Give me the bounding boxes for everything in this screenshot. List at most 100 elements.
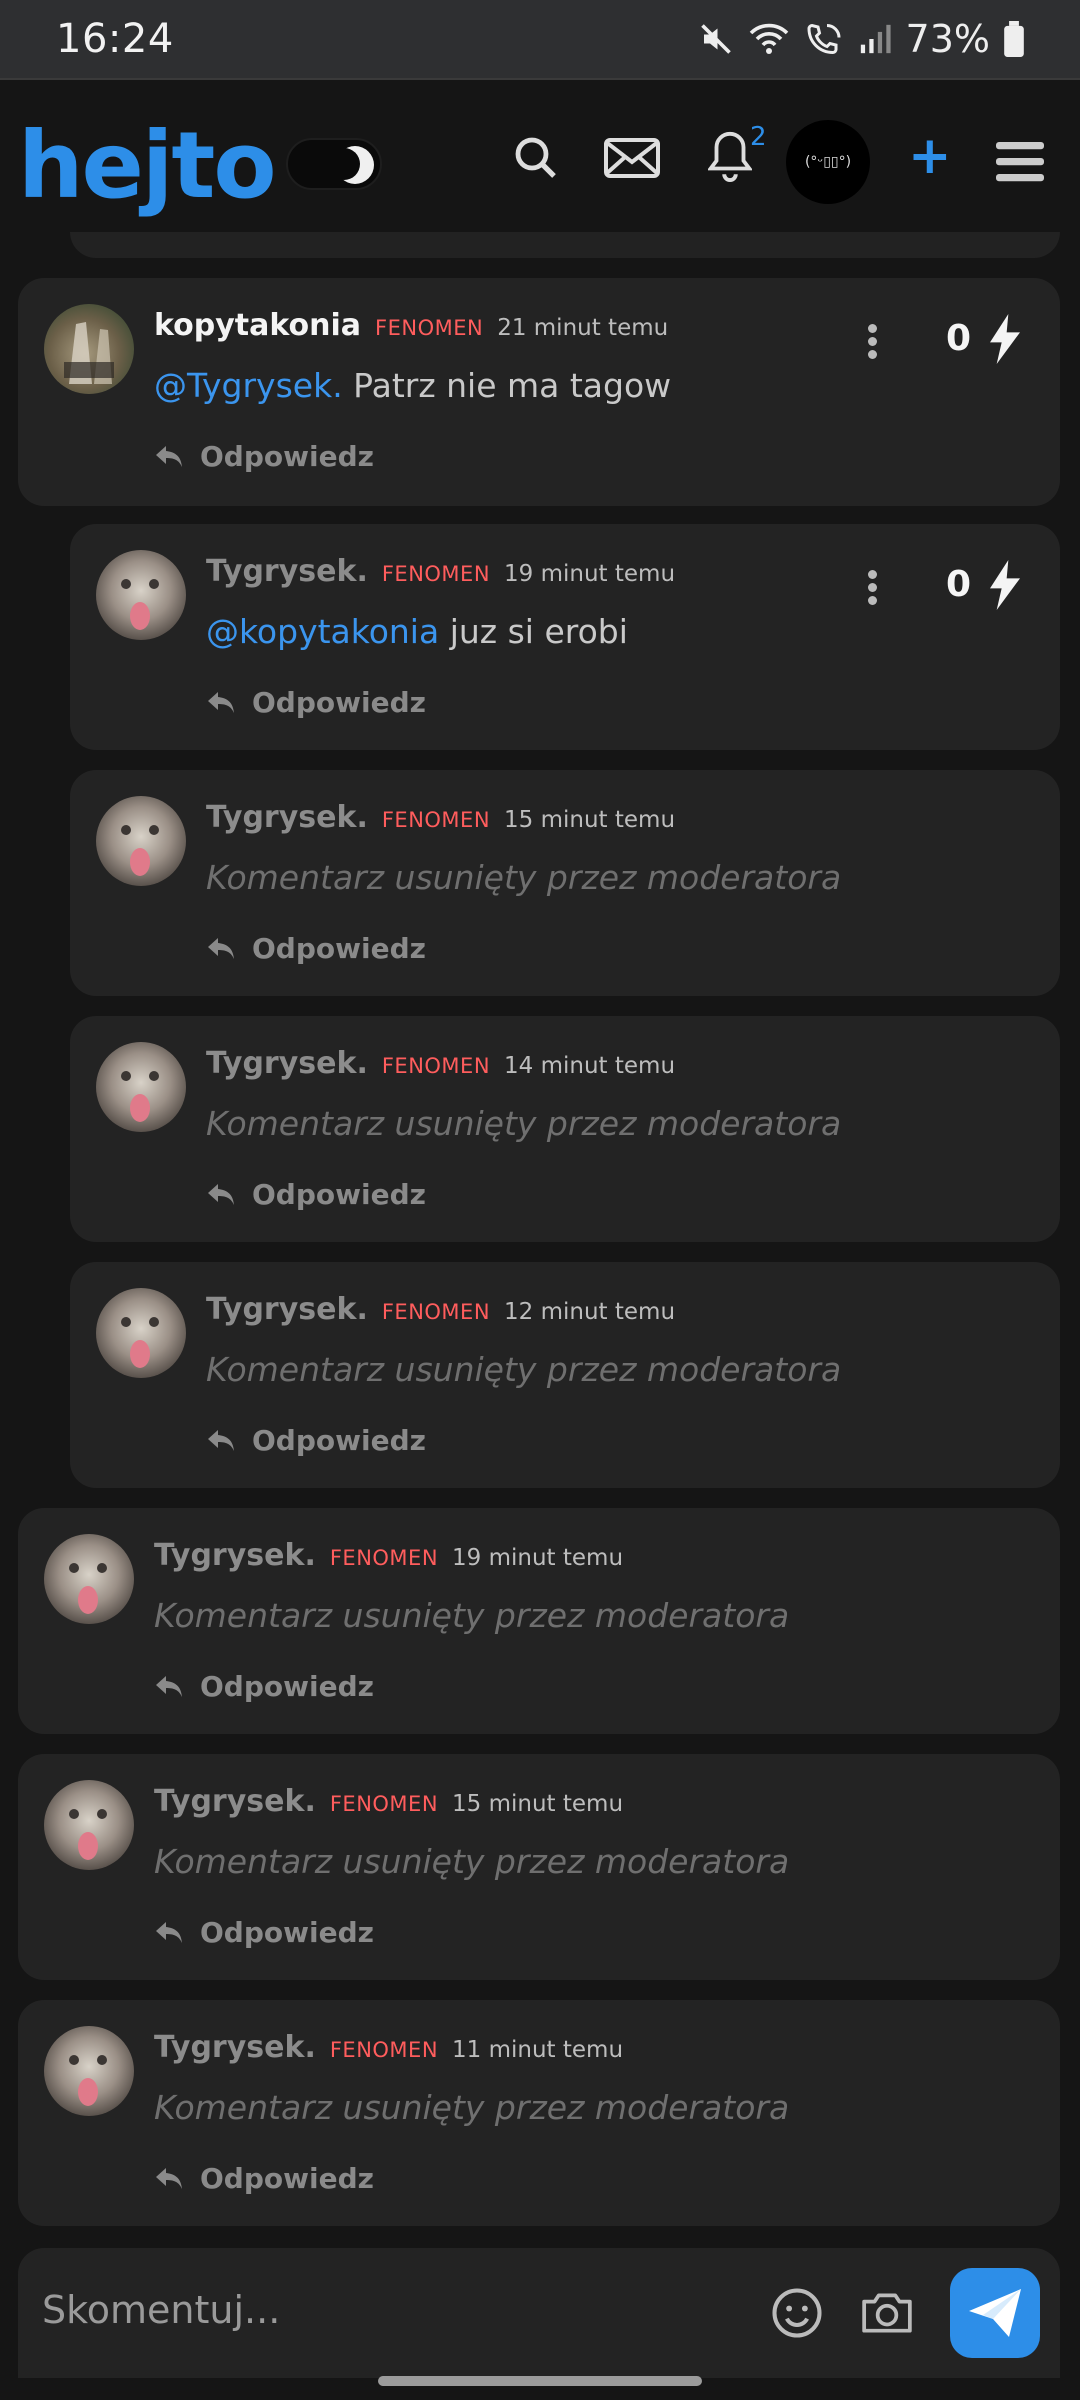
comment-author[interactable]: Tygrysek. (206, 1292, 368, 1327)
avatar[interactable] (44, 2026, 134, 2116)
avatar[interactable] (96, 550, 186, 640)
comment-timestamp: 14 minut temu (504, 1053, 676, 1079)
reply-button[interactable]: Odpowiedz (206, 1178, 426, 1211)
comment-card: kopytakonia FENOMEN 21 minut temu @Tygry… (18, 278, 1060, 506)
hamburger-menu-icon[interactable] (996, 140, 1044, 184)
add-post-button[interactable]: + (908, 126, 952, 186)
send-button[interactable] (950, 2268, 1040, 2358)
wifi-icon (749, 23, 788, 54)
comment-card: Tygrysek. FENOMEN 11 minut temu Komentar… (18, 2000, 1060, 2226)
status-icons: 73% (698, 17, 1024, 61)
battery-icon (1004, 21, 1024, 57)
avatar[interactable] (44, 1780, 134, 1870)
status-bar: 16:24 73% (0, 0, 1080, 80)
app-header: hejto 2 (°ᵕ▯▯°) + (0, 82, 1080, 242)
avatar[interactable] (96, 1288, 186, 1378)
deleted-comment-text: Komentarz usunięty przez moderatora (206, 858, 842, 897)
rank-badge: FENOMEN (381, 1054, 491, 1078)
reply-icon (156, 2167, 182, 2189)
comment-body: @kopytakonia juz si erobi (206, 612, 628, 651)
rank-badge: FENOMEN (329, 1792, 439, 1816)
rank-badge: FENOMEN (381, 562, 491, 586)
comment-timestamp: 12 minut temu (504, 1299, 676, 1325)
deleted-comment-text: Komentarz usunięty przez moderatora (154, 2088, 790, 2127)
reply-icon (156, 1675, 182, 1697)
status-time: 16:24 (56, 16, 174, 62)
deleted-comment-text: Komentarz usunięty przez moderatora (154, 1596, 790, 1635)
avatar[interactable] (96, 1042, 186, 1132)
reply-icon (156, 1921, 182, 1943)
comment-author[interactable]: Tygrysek. (206, 1046, 368, 1081)
avatar[interactable] (44, 304, 134, 394)
reply-icon (208, 1183, 234, 1205)
comment-composer: Skomentuj... (18, 2248, 1060, 2378)
user-mention[interactable]: @Tygrysek. (154, 366, 343, 405)
rank-badge: FENOMEN (381, 1300, 491, 1324)
rank-badge: FENOMEN (375, 316, 484, 340)
comment-author[interactable]: Tygrysek. (206, 554, 368, 589)
avatar[interactable] (44, 1534, 134, 1624)
more-options-icon[interactable] (868, 570, 878, 606)
reply-button[interactable]: Odpowiedz (206, 686, 426, 719)
comment-timestamp: 15 minut temu (504, 807, 676, 833)
reply-icon (208, 691, 234, 713)
notifications-bell-icon[interactable] (708, 128, 752, 182)
comment-timestamp: 21 minut temu (497, 315, 669, 341)
reply-button[interactable]: Odpowiedz (154, 440, 374, 473)
reply-icon (156, 445, 182, 467)
comment-timestamp: 19 minut temu (504, 561, 676, 587)
battery-percent: 73% (905, 17, 990, 61)
reply-icon (208, 1429, 234, 1451)
comment-card: Tygrysek. FENOMEN 19 minut temu Komentar… (18, 1508, 1060, 1734)
comment-card: Tygrysek. FENOMEN 14 minut temu Komentar… (70, 1016, 1060, 1242)
deleted-comment-text: Komentarz usunięty przez moderatora (206, 1104, 842, 1143)
previous-comment-edge (70, 232, 1060, 258)
reply-button[interactable]: Odpowiedz (154, 1916, 374, 1949)
rank-badge: FENOMEN (329, 2038, 439, 2062)
messages-icon[interactable] (604, 134, 660, 182)
avatar[interactable] (96, 796, 186, 886)
comment-card: Tygrysek. FENOMEN 15 minut temu Komentar… (18, 1754, 1060, 1980)
more-options-icon[interactable] (868, 324, 878, 360)
lightning-vote-icon[interactable] (988, 314, 1022, 368)
comment-author[interactable]: Tygrysek. (154, 2030, 316, 2065)
vote-score: 0 (946, 564, 972, 605)
signal-icon (860, 24, 891, 54)
send-icon (969, 2289, 1021, 2337)
comment-card: Tygrysek. FENOMEN 12 minut temu Komentar… (70, 1262, 1060, 1488)
rank-badge: FENOMEN (381, 808, 491, 832)
comment-timestamp: 19 minut temu (452, 1545, 624, 1571)
user-mention[interactable]: @kopytakonia (206, 612, 439, 651)
wifi-call-icon (807, 23, 841, 55)
vote-score: 0 (946, 318, 972, 359)
search-icon[interactable] (512, 134, 560, 182)
user-avatar-button[interactable]: (°ᵕ▯▯°) (786, 120, 870, 204)
rank-badge: FENOMEN (329, 1546, 439, 1570)
comment-author[interactable]: kopytakonia (154, 308, 361, 343)
comment-input[interactable]: Skomentuj... (42, 2288, 280, 2332)
notification-count-badge: 2 (750, 122, 767, 152)
comment-author[interactable]: Tygrysek. (154, 1784, 316, 1819)
home-indicator[interactable] (378, 2376, 702, 2386)
moon-icon (328, 146, 374, 184)
comment-timestamp: 15 minut temu (452, 1791, 624, 1817)
emoji-icon[interactable] (770, 2286, 824, 2344)
reply-button[interactable]: Odpowiedz (154, 1670, 374, 1703)
comment-card: Tygrysek. FENOMEN 19 minut temu @kopytak… (70, 524, 1060, 750)
deleted-comment-text: Komentarz usunięty przez moderatora (154, 1842, 790, 1881)
mute-icon (700, 24, 731, 54)
hejto-logo[interactable]: hejto (18, 120, 277, 212)
theme-toggle[interactable] (286, 138, 382, 190)
comment-timestamp: 11 minut temu (452, 2037, 624, 2063)
reply-button[interactable]: Odpowiedz (206, 932, 426, 965)
reply-button[interactable]: Odpowiedz (206, 1424, 426, 1457)
reply-button[interactable]: Odpowiedz (154, 2162, 374, 2195)
lightning-vote-icon[interactable] (988, 560, 1022, 614)
comment-author[interactable]: Tygrysek. (154, 1538, 316, 1573)
reply-icon (208, 937, 234, 959)
deleted-comment-text: Komentarz usunięty przez moderatora (206, 1350, 842, 1389)
comment-card: Tygrysek. FENOMEN 15 minut temu Komentar… (70, 770, 1060, 996)
comment-author[interactable]: Tygrysek. (206, 800, 368, 835)
camera-icon[interactable] (860, 2288, 914, 2340)
comment-body: @Tygrysek. Patrz nie ma tagow (154, 366, 672, 405)
